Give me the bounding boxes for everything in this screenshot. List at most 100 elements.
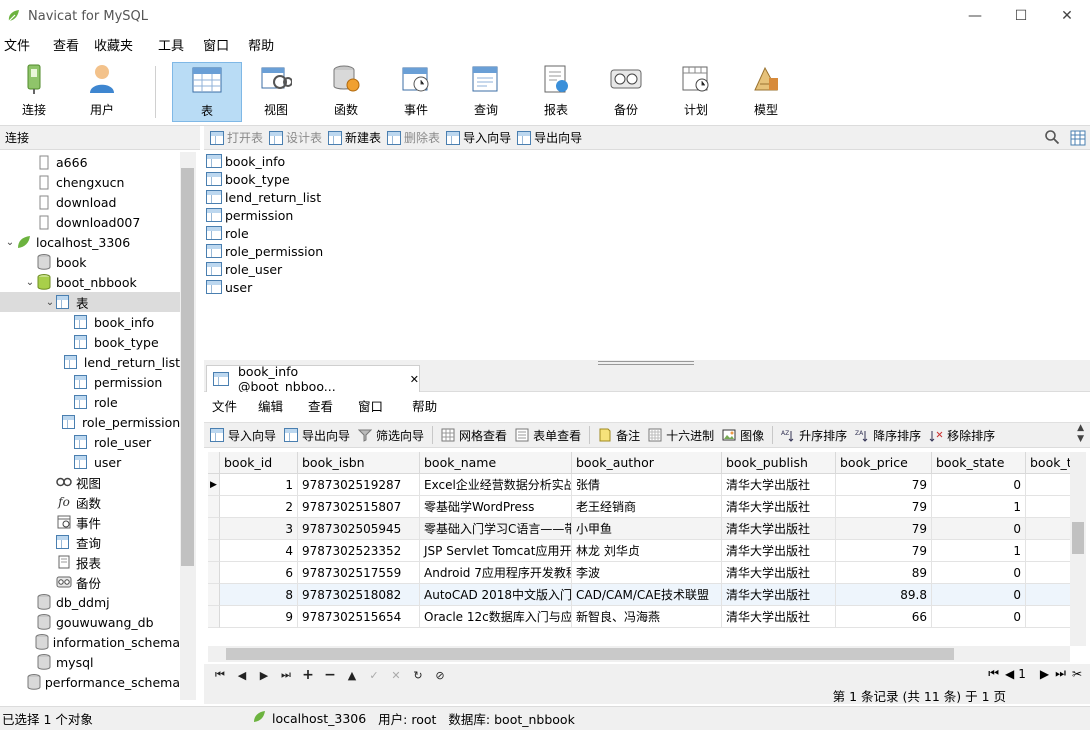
grid-cell[interactable]: 9787302515807 bbox=[298, 496, 420, 518]
tree-expander-icon[interactable]: ⌄ bbox=[24, 277, 36, 288]
hex-button[interactable]: 十六进制 bbox=[648, 427, 714, 444]
grid-cell[interactable] bbox=[1026, 474, 1070, 496]
grid-export-wizard-button[interactable]: 导出向导 bbox=[284, 427, 350, 444]
sidebar-item-book[interactable]: book bbox=[0, 252, 180, 272]
grid-cell[interactable]: 清华大学出版社 bbox=[722, 474, 836, 496]
menu-window[interactable]: 窗口 bbox=[195, 35, 240, 54]
sidebar-item-mysql[interactable]: mysql bbox=[0, 652, 180, 672]
table-list-item[interactable]: role bbox=[206, 224, 249, 242]
grid-cell[interactable]: 9787302517559 bbox=[298, 562, 420, 584]
tab-close-icon[interactable]: ✕ bbox=[410, 373, 419, 386]
toolbar-query-button[interactable]: 查询 bbox=[452, 62, 520, 122]
table-list-item[interactable]: role_user bbox=[206, 260, 282, 278]
tab-book-info[interactable]: book_info @boot_nbboo... ✕ bbox=[206, 364, 420, 394]
sidebar-item-query[interactable]: 查询 bbox=[0, 532, 180, 552]
sidebar-item-function[interactable]: fo 函数 bbox=[0, 492, 180, 512]
grid-cell[interactable]: 9787302519287 bbox=[298, 474, 420, 496]
tree-expander-icon[interactable]: ⌄ bbox=[44, 297, 56, 308]
grid-cell[interactable]: 9 bbox=[220, 606, 298, 628]
grid-cell[interactable]: CAD/CAM/CAE技术联盟 bbox=[572, 584, 722, 606]
table-menu-view[interactable]: 查看 bbox=[308, 396, 344, 415]
column-header[interactable]: book_publish bbox=[722, 452, 836, 474]
table-list-item[interactable]: book_info bbox=[206, 152, 285, 170]
toolbar-table-button[interactable]: 表 bbox=[172, 62, 242, 122]
column-header[interactable]: book_state bbox=[932, 452, 1026, 474]
grid-cell[interactable]: Excel企业经营数据分析实战 bbox=[420, 474, 572, 496]
first-record-icon[interactable]: ⏮ bbox=[214, 668, 226, 682]
search-icon[interactable] bbox=[1044, 129, 1060, 148]
sidebar-item-event[interactable]: 事件 bbox=[0, 512, 180, 532]
sidebar-item-chengxucn[interactable]: chengxucn bbox=[0, 172, 180, 192]
table-menu-window[interactable]: 窗口 bbox=[358, 396, 394, 415]
grid-cell[interactable]: 89.8 bbox=[836, 584, 932, 606]
grid-cell[interactable]: 9787302523352 bbox=[298, 540, 420, 562]
cancel-icon[interactable]: ✕ bbox=[390, 669, 402, 682]
column-header[interactable]: book_name bbox=[420, 452, 572, 474]
grid-cell[interactable]: 小甲鱼 bbox=[572, 518, 722, 540]
grid-cell[interactable]: Oracle 12c数据库入门与应用 bbox=[420, 606, 572, 628]
grid-cell[interactable]: 8 bbox=[220, 584, 298, 606]
table-menu-edit[interactable]: 编辑 bbox=[258, 396, 294, 415]
grid-cell[interactable]: 89 bbox=[836, 562, 932, 584]
grid-hscroll-thumb[interactable] bbox=[226, 648, 954, 660]
sidebar-item-role[interactable]: role bbox=[0, 392, 180, 412]
sidebar-item-boot-nbbook[interactable]: ⌄ boot_nbbook bbox=[0, 272, 180, 292]
grid-cell[interactable]: 0 bbox=[932, 474, 1026, 496]
grid-cell[interactable] bbox=[1026, 540, 1070, 562]
prev-record-icon[interactable]: ◀ bbox=[236, 669, 248, 682]
import-wizard-button[interactable]: 导入向导 bbox=[446, 129, 511, 146]
grid-cell[interactable]: 66 bbox=[836, 606, 932, 628]
table-list-item[interactable]: permission bbox=[206, 206, 293, 224]
design-table-button[interactable]: 设计表 bbox=[269, 129, 322, 146]
menu-help[interactable]: 帮助 bbox=[240, 35, 285, 54]
memo-button[interactable]: 备注 bbox=[598, 427, 640, 444]
table-row[interactable]: 2 9787302515807 零基础学WordPress 老王经销商 清华大学出版社 7… bbox=[208, 496, 1070, 518]
grid-cell[interactable]: 3 bbox=[220, 518, 298, 540]
sidebar-scroll-thumb[interactable] bbox=[181, 168, 194, 566]
grid-cell[interactable]: 清华大学出版社 bbox=[722, 562, 836, 584]
grid-cell[interactable]: 零基础入门学习C语言——带你学C带你飞 bbox=[420, 518, 572, 540]
row-indicator[interactable] bbox=[208, 584, 220, 606]
sidebar-item-book-type[interactable]: book_type bbox=[0, 332, 180, 352]
grid-cell[interactable]: 0 bbox=[932, 518, 1026, 540]
menu-file[interactable]: 文件 bbox=[0, 35, 41, 54]
grid-import-wizard-button[interactable]: 导入向导 bbox=[210, 427, 276, 444]
sidebar-item-book-info[interactable]: book_info bbox=[0, 312, 180, 332]
sidebar-item-localhost-3306[interactable]: ⌄ localhost_3306 bbox=[0, 232, 180, 252]
row-indicator[interactable] bbox=[208, 606, 220, 628]
column-header[interactable]: book_t bbox=[1026, 452, 1070, 474]
toolbar-overflow-icon[interactable]: ▲ ▼ bbox=[1077, 423, 1084, 445]
table-list-item[interactable]: role_permission bbox=[206, 242, 323, 260]
grid-cell[interactable]: 1 bbox=[932, 496, 1026, 518]
sidebar-item-table-folder[interactable]: ⌄ 表 bbox=[0, 292, 180, 312]
sidebar-item-lend-return-list[interactable]: lend_return_list bbox=[0, 352, 180, 372]
settings-icon[interactable]: ✂ bbox=[1072, 667, 1082, 681]
grid-cell[interactable]: 2 bbox=[220, 496, 298, 518]
last-page-icon[interactable]: ⏭ bbox=[1055, 666, 1066, 681]
sidebar-item-a666[interactable]: a666 bbox=[0, 152, 180, 172]
grid-cell[interactable]: 9787302518082 bbox=[298, 584, 420, 606]
sort-descending-button[interactable]: ZA 降序排序 bbox=[855, 427, 921, 444]
grid-cell[interactable] bbox=[1026, 562, 1070, 584]
sidebar-item-download007[interactable]: download007 bbox=[0, 212, 180, 232]
grid-cell[interactable]: 79 bbox=[836, 518, 932, 540]
table-menu-help[interactable]: 帮助 bbox=[412, 396, 448, 415]
grid-cell[interactable]: 李波 bbox=[572, 562, 722, 584]
table-row[interactable]: 9 9787302515654 Oracle 12c数据库入门与应用 新智良、冯海燕清… bbox=[208, 606, 1070, 628]
row-indicator[interactable] bbox=[208, 496, 220, 518]
grid-cell[interactable]: 清华大学出版社 bbox=[722, 496, 836, 518]
grid-cell[interactable]: 清华大学出版社 bbox=[722, 584, 836, 606]
refresh-icon[interactable]: ↻ bbox=[412, 669, 424, 682]
image-button[interactable]: 图像 bbox=[722, 427, 764, 444]
grid-cell[interactable]: 9787302515654 bbox=[298, 606, 420, 628]
grid-cell[interactable]: 6 bbox=[220, 562, 298, 584]
column-header[interactable]: book_price bbox=[836, 452, 932, 474]
sidebar-item-report[interactable]: 报表 bbox=[0, 552, 180, 572]
table-row[interactable]: 6 9787302517559 Android 7应用程序开发教程 李波 清华大学出版社… bbox=[208, 562, 1070, 584]
new-table-button[interactable]: 新建表 bbox=[328, 129, 381, 146]
delete-record-icon[interactable]: − bbox=[324, 667, 336, 683]
sidebar-item-db-ddmj[interactable]: db_ddmj bbox=[0, 592, 180, 612]
grid-cell[interactable] bbox=[1026, 496, 1070, 518]
row-indicator[interactable] bbox=[208, 518, 220, 540]
grid-cell[interactable]: 林龙 刘华贞 bbox=[572, 540, 722, 562]
